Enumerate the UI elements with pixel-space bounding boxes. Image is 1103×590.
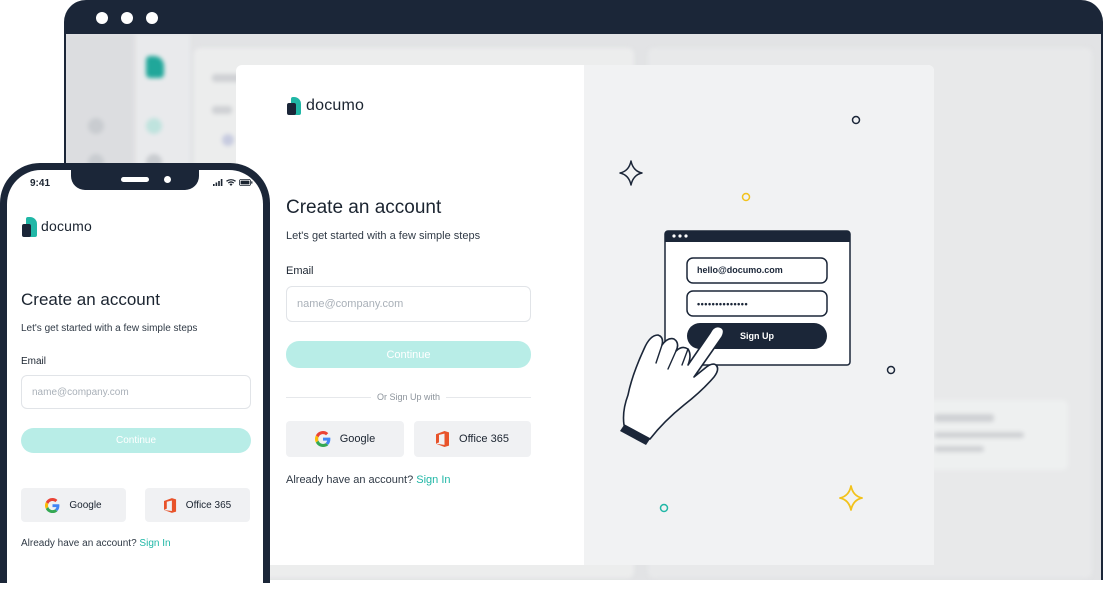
phone-logo-text: documo: [41, 218, 93, 234]
continue-button[interactable]: Continue: [286, 341, 531, 368]
or-text: Or Sign Up with: [376, 392, 441, 402]
phone-notch: [71, 170, 199, 190]
already-text: Already have an account?: [286, 474, 414, 486]
window-dot: [146, 12, 158, 24]
phone-google-signup-button[interactable]: Google: [21, 488, 126, 522]
phone-documo-logo: documo: [22, 217, 93, 237]
illustration-signup-label: Sign Up: [740, 331, 774, 341]
logo-text: documo: [306, 97, 365, 114]
phone-email-input[interactable]: [21, 375, 251, 409]
window-dot: [121, 12, 133, 24]
google-icon: [314, 431, 331, 447]
office365-label: Office 365: [459, 433, 509, 445]
phone-frame: 9:41 documo Create an account Let's get …: [0, 163, 270, 590]
background-text: [212, 106, 232, 114]
email-label: Email: [286, 265, 314, 277]
illustration-panel: hello@documo.com •••••••••••••• Sign Up: [584, 65, 934, 565]
phone-page-title: Create an account: [21, 290, 160, 309]
battery-icon: [239, 179, 253, 186]
background-icon: [222, 134, 234, 146]
documo-logo: documo: [287, 97, 364, 115]
phone-continue-button[interactable]: Continue: [21, 428, 251, 453]
page-title: Create an account: [286, 197, 442, 218]
phone-signin-link[interactable]: Sign In: [139, 538, 170, 549]
office365-signup-button[interactable]: Office 365: [414, 421, 531, 457]
illustration-email-value: hello@documo.com: [697, 265, 783, 275]
status-time: 9:41: [30, 178, 51, 189]
desktop-signup-card: documo Create an account Let's get start…: [236, 65, 934, 565]
signin-link[interactable]: Sign In: [416, 474, 450, 486]
background-logo: [146, 56, 164, 78]
documo-logo-icon: [22, 217, 37, 237]
signin-prompt: Already have an account? Sign In: [286, 474, 451, 486]
phone-google-label: Google: [69, 499, 102, 511]
status-icons: [213, 179, 253, 186]
signup-illustration: hello@documo.com •••••••••••••• Sign Up: [619, 115, 896, 513]
phone-page-subtitle: Let's get started with a few simple step…: [21, 323, 198, 334]
google-signup-button[interactable]: Google: [286, 421, 404, 457]
illustration-password-value: ••••••••••••••: [697, 299, 748, 309]
phone-office365-signup-button[interactable]: Office 365: [145, 488, 250, 522]
phone-office365-label: Office 365: [185, 499, 232, 511]
phone-already-text: Already have an account?: [21, 538, 137, 549]
or-divider: Or Sign Up with: [286, 392, 531, 402]
background-icon: [146, 118, 162, 134]
window-controls: [96, 12, 158, 24]
email-input[interactable]: [286, 286, 531, 322]
documo-logo-icon: [287, 97, 301, 115]
page-subtitle: Let's get started with a few simple step…: [286, 230, 481, 242]
wifi-icon: [226, 179, 236, 186]
office365-icon: [163, 497, 176, 513]
phone-screen: 9:41 documo Create an account Let's get …: [7, 170, 263, 590]
window-dot: [96, 12, 108, 24]
background-card: [928, 400, 1068, 470]
google-icon: [45, 497, 60, 513]
phone-signin-prompt: Already have an account? Sign In: [21, 538, 171, 549]
signal-icon: [213, 179, 223, 186]
office365-icon: [436, 431, 450, 447]
background-icon: [88, 118, 104, 134]
google-label: Google: [339, 433, 376, 445]
phone-email-label: Email: [21, 356, 47, 367]
